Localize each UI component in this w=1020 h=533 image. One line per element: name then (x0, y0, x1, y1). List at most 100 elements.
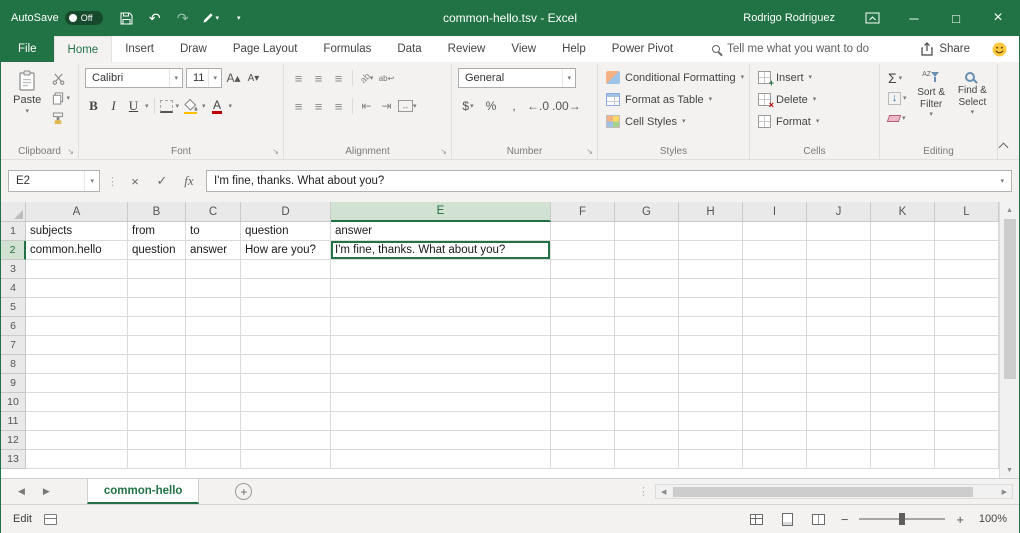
align-right-button[interactable]: ≡ (330, 97, 347, 115)
row-header-13[interactable]: 13 (1, 450, 26, 469)
cell-L11[interactable] (935, 412, 999, 431)
cell-A10[interactable] (26, 393, 128, 412)
zoom-slider-thumb[interactable] (899, 513, 905, 525)
format-cells-button[interactable]: Format ▾ (756, 111, 873, 132)
cell-K11[interactable] (871, 412, 935, 431)
cell-A1[interactable]: subjects (26, 222, 128, 241)
column-header-I[interactable]: I (743, 202, 807, 222)
scroll-up-button[interactable]: ▲ (1000, 202, 1019, 218)
cell-I1[interactable] (743, 222, 807, 241)
cell-J6[interactable] (807, 317, 871, 336)
cell-L8[interactable] (935, 355, 999, 374)
cell-B6[interactable] (128, 317, 186, 336)
fill-color-dropdown-icon[interactable]: ▾ (202, 103, 206, 110)
cell-K8[interactable] (871, 355, 935, 374)
decrease-indent-button[interactable]: ⇤ (358, 97, 375, 115)
zoom-slider[interactable] (859, 518, 945, 520)
cell-C8[interactable] (186, 355, 241, 374)
cell-A7[interactable] (26, 336, 128, 355)
page-break-view-button[interactable] (808, 509, 830, 529)
page-layout-view-button[interactable] (777, 509, 799, 529)
underline-dropdown-icon[interactable]: ▾ (145, 103, 149, 110)
increase-decimal-button[interactable]: ←.0 (527, 97, 549, 115)
cell-D6[interactable] (241, 317, 331, 336)
cell-A11[interactable] (26, 412, 128, 431)
customize-qat-button[interactable]: ▾ (227, 5, 251, 31)
cell-J13[interactable] (807, 450, 871, 469)
cell-D3[interactable] (241, 260, 331, 279)
cell-I4[interactable] (743, 279, 807, 298)
new-sheet-button[interactable]: + (235, 483, 252, 500)
cell-H13[interactable] (679, 450, 743, 469)
cell-I3[interactable] (743, 260, 807, 279)
draw-pen-button[interactable]: ▾ (199, 5, 223, 31)
cell-E13[interactable] (331, 450, 551, 469)
cell-G3[interactable] (615, 260, 679, 279)
cell-A3[interactable] (26, 260, 128, 279)
cell-L1[interactable] (935, 222, 999, 241)
autosum-button[interactable]: Σ ▾ (886, 69, 909, 87)
cell-A6[interactable] (26, 317, 128, 336)
cell-F5[interactable] (551, 298, 615, 317)
cancel-entry-button[interactable]: × (125, 170, 145, 192)
cell-G1[interactable] (615, 222, 679, 241)
cell-E9[interactable] (331, 374, 551, 393)
cell-L2[interactable] (935, 241, 999, 260)
cell-G2[interactable] (615, 241, 679, 260)
maximize-button[interactable]: □ (935, 0, 977, 36)
tab-power-pivot[interactable]: Power Pivot (599, 36, 686, 62)
cell-J7[interactable] (807, 336, 871, 355)
cell-C6[interactable] (186, 317, 241, 336)
signed-in-user[interactable]: Rodrigo Rodriguez (743, 12, 835, 24)
cell-H4[interactable] (679, 279, 743, 298)
share-button[interactable]: Share (920, 36, 970, 62)
zoom-out-button[interactable]: − (839, 512, 851, 527)
cell-G8[interactable] (615, 355, 679, 374)
alignment-dialog-launcher[interactable]: ↘ (440, 147, 447, 156)
cell-H5[interactable] (679, 298, 743, 317)
cell-D5[interactable] (241, 298, 331, 317)
cell-L5[interactable] (935, 298, 999, 317)
cell-I7[interactable] (743, 336, 807, 355)
cell-C9[interactable] (186, 374, 241, 393)
sheet-nav-right-button[interactable]: ▶ (34, 486, 59, 497)
row-header-4[interactable]: 4 (1, 279, 26, 298)
decrease-decimal-button[interactable]: .00→ (552, 97, 581, 115)
cell-H1[interactable] (679, 222, 743, 241)
tab-page-layout[interactable]: Page Layout (220, 36, 311, 62)
autosave-toggle[interactable]: AutoSave Off (11, 11, 103, 25)
cell-I11[interactable] (743, 412, 807, 431)
cell-B8[interactable] (128, 355, 186, 374)
cell-J2[interactable] (807, 241, 871, 260)
tab-draw[interactable]: Draw (167, 36, 220, 62)
cut-button[interactable] (50, 69, 72, 87)
cell-K6[interactable] (871, 317, 935, 336)
font-color-button[interactable]: A (209, 97, 226, 115)
format-painter-button[interactable] (50, 109, 72, 127)
cell-G7[interactable] (615, 336, 679, 355)
collapse-ribbon-button[interactable] (999, 143, 1009, 153)
column-header-H[interactable]: H (679, 202, 743, 222)
clipboard-dialog-launcher[interactable]: ↘ (67, 147, 74, 156)
formula-bar-splitter[interactable]: ⋮ (107, 175, 118, 188)
row-header-5[interactable]: 5 (1, 298, 26, 317)
number-dialog-launcher[interactable]: ↘ (586, 147, 593, 156)
cell-C12[interactable] (186, 431, 241, 450)
cell-C1[interactable]: to (186, 222, 241, 241)
cell-G13[interactable] (615, 450, 679, 469)
tab-file[interactable]: File (1, 36, 54, 62)
cell-A8[interactable] (26, 355, 128, 374)
cell-D1[interactable]: question (241, 222, 331, 241)
formula-bar-expand-icon[interactable]: ▾ (1000, 178, 1004, 185)
borders-button[interactable] (160, 100, 173, 113)
cell-J11[interactable] (807, 412, 871, 431)
cell-F2[interactable] (551, 241, 615, 260)
cell-C10[interactable] (186, 393, 241, 412)
row-header-11[interactable]: 11 (1, 412, 26, 431)
normal-view-button[interactable] (746, 509, 768, 529)
cell-I6[interactable] (743, 317, 807, 336)
italic-button[interactable]: I (105, 97, 122, 115)
cell-B1[interactable]: from (128, 222, 186, 241)
sheet-nav-left-button[interactable]: ◀ (9, 486, 34, 497)
row-header-8[interactable]: 8 (1, 355, 26, 374)
